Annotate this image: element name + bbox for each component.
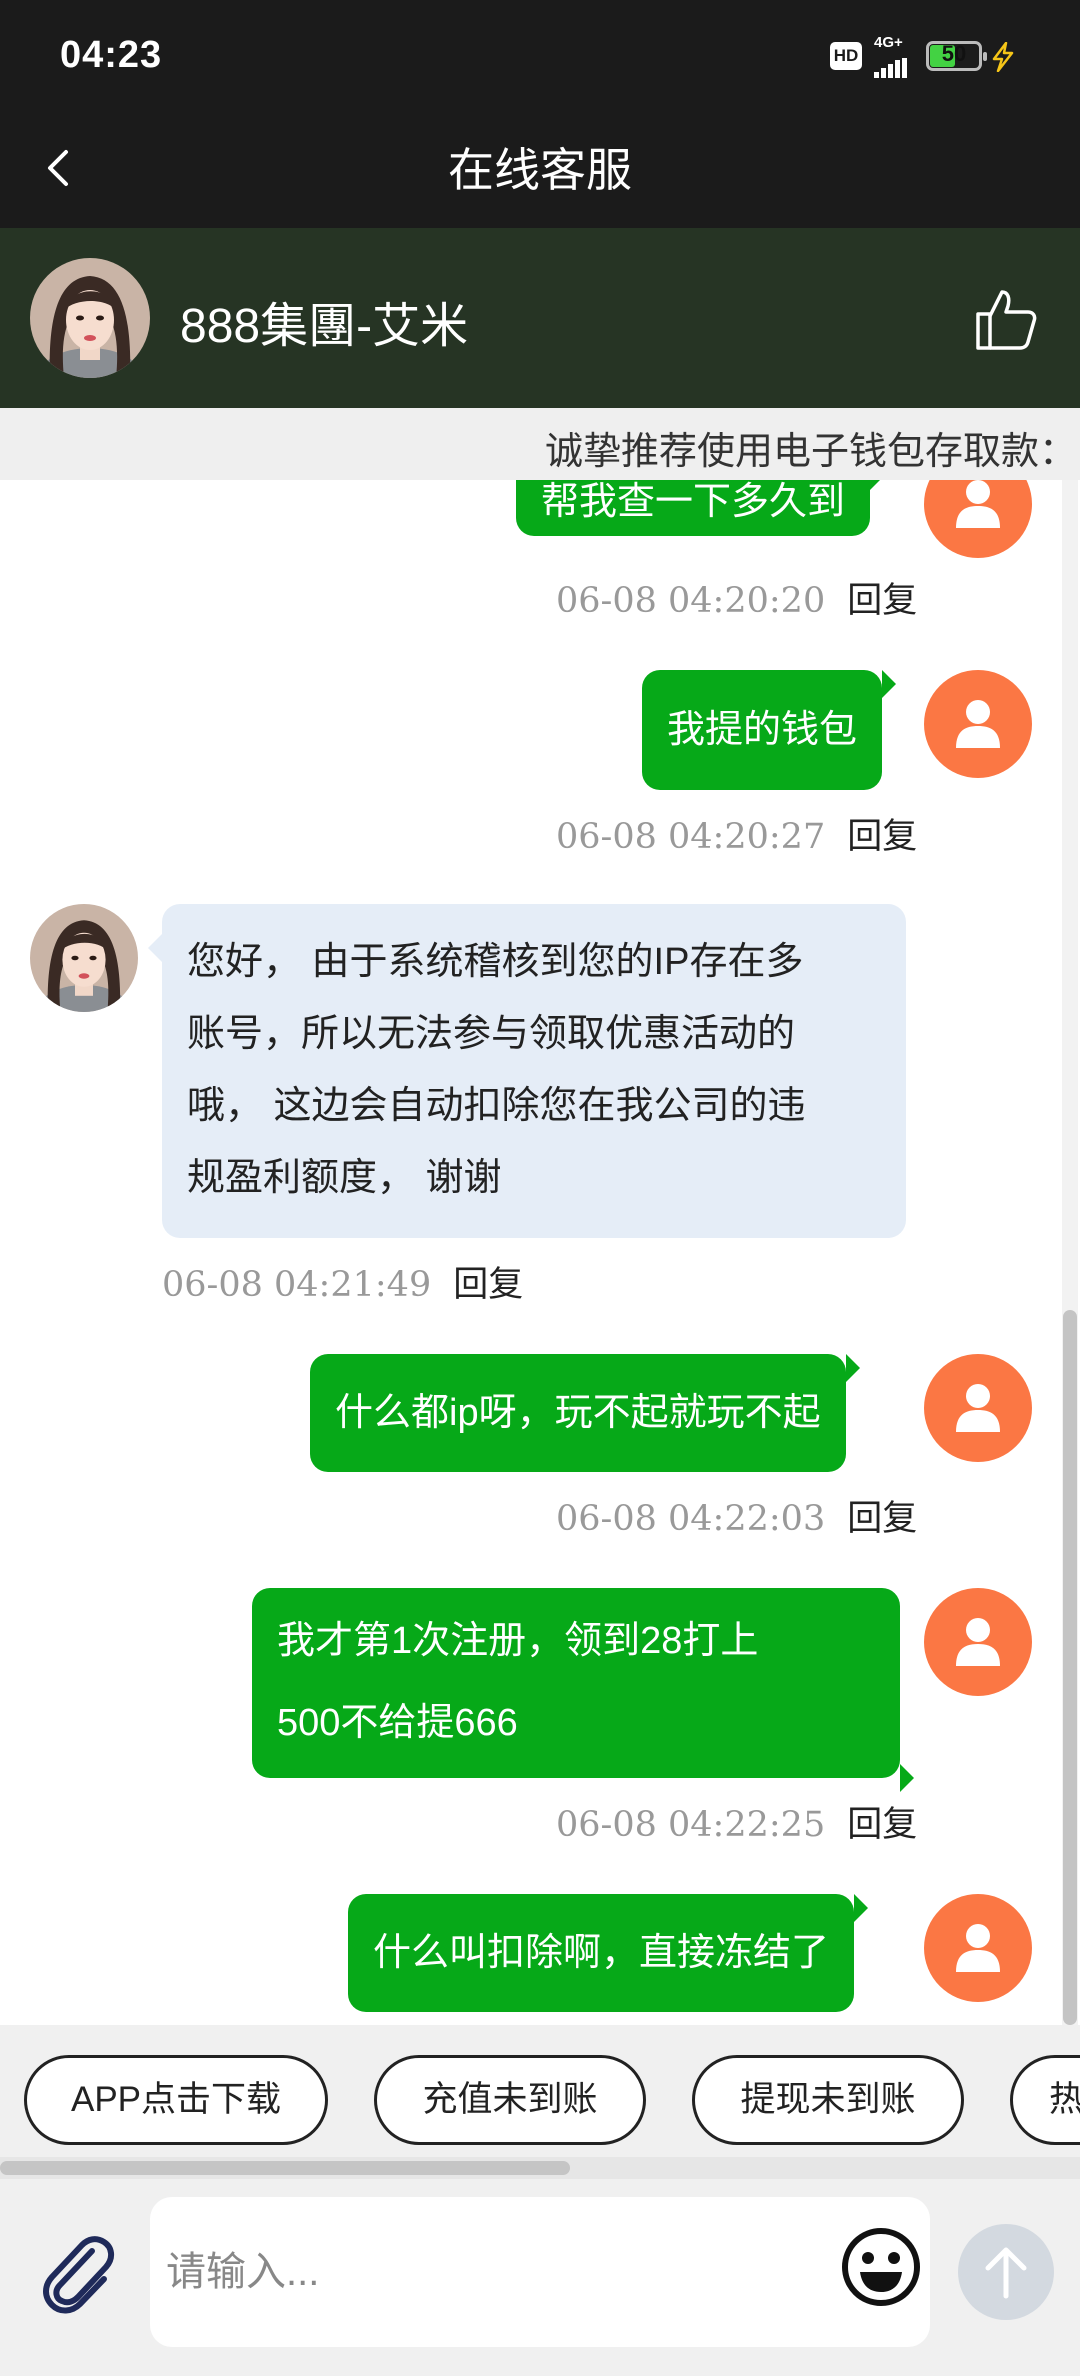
status-time: 04:23 [60,34,163,76]
user-avatar [924,480,1032,558]
message-line: 您好， 由于系统稽核到您的IP存在多 [187,941,804,983]
reply-link[interactable]: 回复 [847,1499,917,1538]
message-meta: 06-08 04:20:27 回复 [556,808,917,859]
reply-link[interactable]: 回复 [847,1805,917,1844]
signal-icon: 4G+ [872,34,918,78]
arrow-up-icon [985,2247,1027,2299]
message-timestamp: 06-08 04:22:25 [556,1805,826,1845]
quick-reply-scrollbar[interactable] [0,2157,1080,2179]
agent-header: 888集團-艾米 [0,228,1080,408]
page-title: 在线客服 [448,144,632,196]
message-meta: 06-08 04:22:03 回复 [556,1490,917,1541]
message-meta: 06-08 04:22:25 回复 [556,1796,917,1847]
thumbs-up-icon[interactable] [970,284,1040,354]
message-text: 帮我查一下多久到 [541,481,846,523]
paperclip-icon[interactable] [34,2229,120,2315]
chat-scrollbar-thumb[interactable] [1063,1310,1077,2025]
user-avatar [924,670,1032,778]
hd-icon: HD [830,42,862,70]
title-bar: 在线客服 [0,110,1080,228]
message-bubble-outgoing[interactable]: 帮我查一下多久到 [516,480,885,536]
message-bubble-outgoing[interactable]: 什么叫扣除啊，直接冻结了 [348,1894,869,2012]
agent-avatar[interactable] [30,258,150,378]
agent-avatar [30,904,138,1012]
user-avatar [924,1588,1032,1696]
message-meta: 06-08 04:21:49 回复 [162,1256,523,1307]
message-line: 规盈利额度， 谢谢 [187,1157,502,1199]
reply-link[interactable]: 回复 [847,581,917,620]
reply-link[interactable]: 回复 [453,1265,523,1304]
battery-icon: 50 [926,41,987,71]
message-line: 我才第1次注册，领到28打上 [277,1620,759,1662]
message-input-box[interactable] [150,2197,930,2347]
message-text: 什么都ip呀，玩不起就玩不起 [335,1392,821,1434]
notice-marquee: 诚挚推荐使用电子钱包存取款： [0,408,1080,480]
agent-name: 888集團-艾米 [180,300,469,353]
message-timestamp: 06-08 04:20:20 [556,581,826,621]
message-text: 我提的钱包 [667,709,858,751]
quick-reply-bar: APP点击下载 充值未到账 提现未到账 热 [0,2025,1080,2157]
chip-hot[interactable]: 热 [1010,2055,1080,2145]
chat-area[interactable]: 帮我查一下多久到 06-08 04:20:20 回复 我提的钱包 06-08 04… [0,480,1080,2025]
message-bubble-incoming[interactable]: 您好， 由于系统稽核到您的IP存在多 账号，所以无法参与领取优惠活动的 哦， 这… [148,904,906,1238]
chip-withdrawal-not-received[interactable]: 提现未到账 [692,2055,964,2145]
quick-reply-scrollbar-thumb[interactable] [0,2161,570,2175]
reply-link[interactable]: 回复 [847,817,917,856]
message-input[interactable] [166,2237,816,2307]
message-line: 500不给提666 [277,1702,518,1744]
message-bubble-outgoing[interactable]: 我提的钱包 [642,670,897,790]
chip-deposit-not-received[interactable]: 充值未到账 [374,2055,646,2145]
message-bubble-outgoing[interactable]: 我才第1次注册，领到28打上 500不给提666 [252,1588,914,1792]
message-line: 哦， 这边会自动扣除您在我公司的违 [187,1085,806,1127]
chip-app-download[interactable]: APP点击下载 [24,2055,328,2145]
message-timestamp: 06-08 04:20:27 [556,817,826,857]
status-bar: 04:23 HD 4G+ 50 [0,0,1080,110]
notice-text: 诚挚推荐使用电子钱包存取款： [545,431,1078,473]
message-line: 账号，所以无法参与领取优惠活动的 [187,1013,796,1055]
message-bubble-outgoing[interactable]: 什么都ip呀，玩不起就玩不起 [310,1354,860,1472]
message-timestamp: 06-08 04:21:49 [162,1265,432,1305]
message-timestamp: 06-08 04:22:03 [556,1499,826,1539]
network-type: 4G+ [874,34,903,51]
battery-level: 50 [941,41,967,66]
message-text: 什么叫扣除啊，直接冻结了 [373,1932,830,1974]
user-avatar [924,1354,1032,1462]
emoji-icon[interactable] [838,2224,924,2310]
user-avatar [924,1894,1032,2002]
message-meta: 06-08 04:20:20 回复 [556,572,917,623]
charging-icon [992,42,1014,72]
chip-hot-label: 热 [1049,2080,1080,2119]
send-button[interactable] [958,2224,1054,2320]
